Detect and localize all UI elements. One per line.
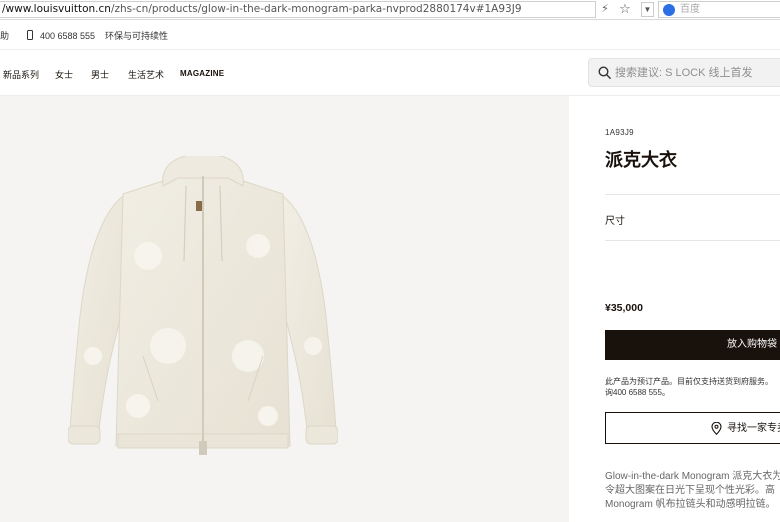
product-image-parka[interactable]: [68, 156, 338, 522]
nav-item-men[interactable]: 男士: [91, 68, 109, 81]
nav-item-new[interactable]: 新品系列: [3, 68, 39, 81]
utility-bar: 助 400 6588 555 环保与可持续性: [0, 20, 780, 50]
divider: [605, 194, 780, 195]
address-bar[interactable]: /www.louisvuitton.cn/zhs-cn/products/glo…: [0, 1, 596, 18]
nav-item-magazine[interactable]: MAGAZINE: [180, 69, 224, 78]
product-image-panel: [0, 96, 569, 522]
product-description: Glow-in-the-dark Monogram 派克大衣为品 令超大图案在日…: [605, 470, 780, 516]
nav-item-women[interactable]: 女士: [55, 68, 73, 81]
find-store-label: 寻找一家专卖: [727, 423, 780, 434]
help-link[interactable]: 助: [0, 20, 9, 50]
product-info-panel: 1A93J9 派克大衣 尺寸 ¥35,000 放入购物袋 此产品为预订产品。目前…: [570, 96, 780, 522]
browser-toolbar: /www.louisvuitton.cn/zhs-cn/products/glo…: [0, 0, 780, 20]
search-input[interactable]: [615, 60, 777, 85]
sustainability-link[interactable]: 环保与可持续性: [105, 20, 168, 50]
main-nav: 新品系列 女士 男士 生活艺术 MAGAZINE: [0, 50, 780, 96]
phone-number[interactable]: 400 6588 555: [40, 20, 95, 50]
baidu-paw-icon: [663, 4, 675, 16]
preorder-note-line: 询400 6588 555。: [605, 388, 670, 397]
search-engine-label: 百度: [680, 4, 700, 15]
bookmark-star-icon[interactable]: ☆: [617, 1, 633, 17]
divider: [605, 240, 780, 241]
description-line: 令超大图案在日光下呈现个性光彩。高: [605, 485, 775, 496]
product-price: ¥35,000: [605, 302, 643, 314]
lightning-icon[interactable]: ⚡: [598, 2, 612, 16]
description-line: Monogram 帆布拉链头和动感明拉链。: [605, 499, 776, 510]
url-path: /zhs-cn/products/glow-in-the-dark-monogr…: [110, 3, 522, 15]
preorder-note-line: 此产品为预订产品。目前仅支持送货到府服务。: [605, 377, 773, 386]
phone-icon: [27, 30, 33, 40]
search-icon[interactable]: [598, 66, 611, 79]
chevron-down-icon[interactable]: ▼: [641, 2, 654, 17]
find-store-button[interactable]: 寻找一家专卖: [605, 412, 780, 444]
preorder-note: 此产品为预订产品。目前仅支持送货到府服务。 询400 6588 555。: [605, 376, 780, 400]
browser-search-box[interactable]: 百度: [658, 1, 780, 18]
product-title: 派克大衣: [605, 150, 677, 170]
site-search[interactable]: [588, 58, 780, 87]
description-line: Glow-in-the-dark Monogram 派克大衣为品: [605, 471, 780, 482]
url-domain: /www.louisvuitton.cn: [2, 3, 111, 15]
add-to-cart-button[interactable]: 放入购物袋: [605, 330, 780, 360]
location-pin-icon: [711, 422, 722, 435]
product-sku: 1A93J9: [605, 128, 634, 137]
size-selector[interactable]: 尺寸: [605, 212, 625, 227]
nav-item-living[interactable]: 生活艺术: [128, 68, 164, 81]
